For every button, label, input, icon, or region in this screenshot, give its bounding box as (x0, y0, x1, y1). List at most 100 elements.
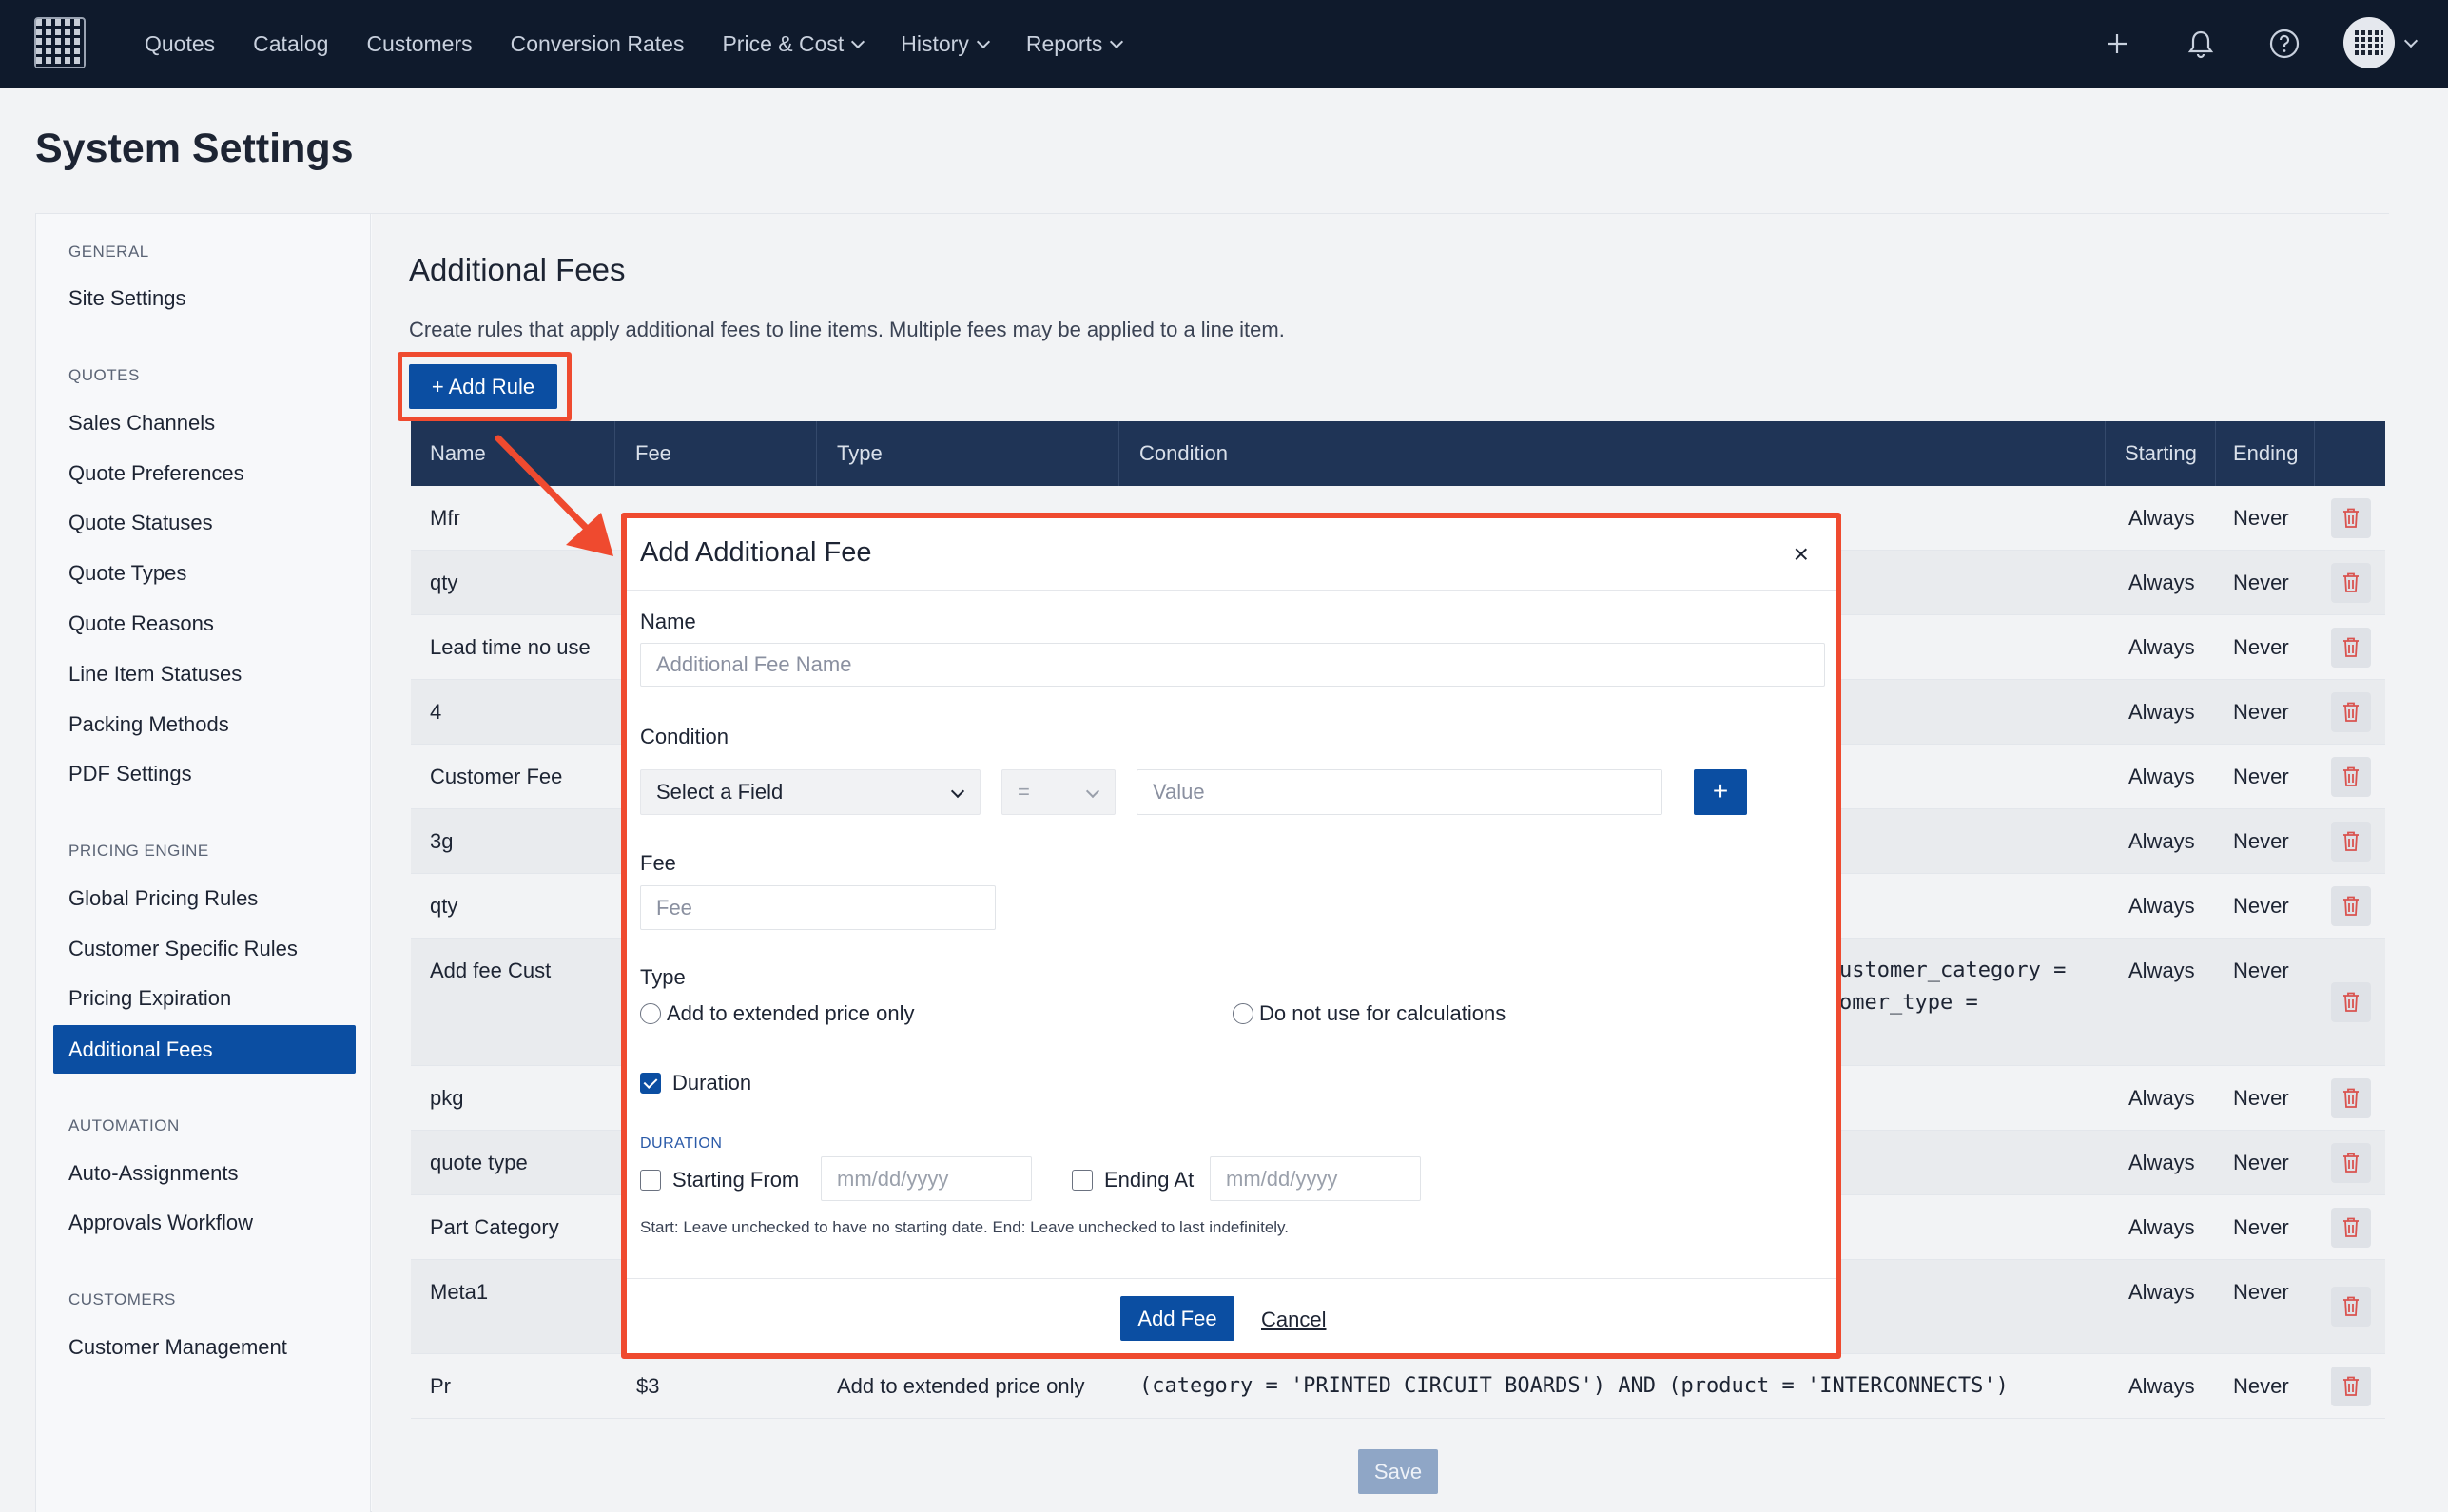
nav-catalog-label: Catalog (253, 31, 329, 56)
sidebar-item-customer-management[interactable]: Customer Management (68, 1335, 287, 1360)
cell-starting: Always (2128, 1086, 2195, 1110)
delete-rule-button[interactable] (2331, 982, 2371, 1022)
value-input[interactable]: Value (1137, 769, 1662, 815)
nav-conversion-rates-label: Conversion Rates (510, 31, 685, 56)
type-option-no-calculations[interactable]: Do not use for calculations (1259, 1001, 1506, 1026)
type-radio-extended-price[interactable] (640, 1003, 661, 1024)
delete-rule-button[interactable] (2331, 1208, 2371, 1248)
nav-customers[interactable]: Customers (366, 31, 472, 57)
close-icon[interactable]: × (1794, 539, 1809, 570)
duration-checkbox[interactable] (640, 1073, 661, 1094)
cell-starting: Always (2128, 765, 2195, 788)
sidebar-item-additional-fees[interactable]: Additional Fees (53, 1025, 356, 1074)
col-type: Type (817, 421, 1119, 486)
section-description: Create rules that apply additional fees … (409, 318, 1285, 341)
avatar[interactable] (2343, 17, 2395, 68)
cell-fee: $3 (636, 1374, 660, 1398)
value-placeholder: Value (1153, 780, 1205, 804)
sidebar-item-sales-channels[interactable]: Sales Channels (68, 411, 215, 436)
field-select-value: Select a Field (656, 780, 784, 804)
delete-rule-button[interactable] (2331, 1287, 2371, 1327)
operator-select[interactable]: = (1001, 769, 1116, 815)
starting-from-label[interactable]: Starting From (672, 1168, 799, 1192)
field-select[interactable]: Select a Field (640, 769, 981, 815)
starting-from-checkbox[interactable] (640, 1170, 661, 1191)
cell-starting: Always (2128, 1151, 2195, 1174)
type-option-extended-price[interactable]: Add to extended price only (667, 1001, 915, 1026)
sidebar-item-site-settings[interactable]: Site Settings (68, 286, 186, 311)
save-button[interactable]: Save (1358, 1449, 1438, 1494)
sidebar-item-line-item-statuses[interactable]: Line Item Statuses (68, 662, 242, 687)
nav-history[interactable]: History (901, 31, 990, 57)
sidebar-item-quote-preferences[interactable]: Quote Preferences (68, 461, 244, 486)
trash-icon (2343, 1153, 2359, 1173)
nav-conversion-rates[interactable]: Conversion Rates (511, 31, 685, 57)
ending-date-input[interactable]: mm/dd/yyyy (1210, 1156, 1421, 1201)
cell-condition: (category = 'PRINTED CIRCUIT BOARDS') AN… (1139, 1374, 2009, 1398)
nav-reports[interactable]: Reports (1026, 31, 1124, 57)
nav-history-label: History (901, 31, 969, 56)
add-fee-button[interactable]: Add Fee (1120, 1296, 1234, 1341)
sidebar-item-pdf-settings[interactable]: PDF Settings (68, 762, 192, 786)
cancel-link[interactable]: Cancel (1261, 1308, 1326, 1332)
cell-ending: Never (2233, 894, 2289, 918)
delete-rule-button[interactable] (2331, 498, 2371, 538)
nav-customers-label: Customers (366, 31, 473, 56)
cell-starting: Always (2128, 894, 2195, 918)
cell-ending: Never (2233, 506, 2289, 530)
cell-name: Part Category (430, 1215, 559, 1239)
type-radio-no-calculations[interactable] (1233, 1003, 1253, 1024)
trash-icon (2343, 992, 2359, 1012)
cell-name: 4 (430, 700, 442, 724)
trash-icon (2343, 1088, 2359, 1108)
sidebar-item-approvals-workflow[interactable]: Approvals Workflow (68, 1211, 253, 1235)
delete-rule-button[interactable] (2331, 1143, 2371, 1183)
delete-rule-button[interactable] (2331, 628, 2371, 668)
fee-amount-input[interactable]: Fee (640, 885, 996, 930)
delete-rule-button[interactable] (2331, 1078, 2371, 1118)
nav-catalog[interactable]: Catalog (253, 31, 328, 57)
sidebar-item-quote-types[interactable]: Quote Types (68, 561, 186, 586)
name-label: Name (640, 610, 696, 633)
cell-ending: Never (2233, 635, 2289, 659)
nav-price-cost[interactable]: Price & Cost (722, 31, 865, 57)
sidebar-item-quote-statuses[interactable]: Quote Statuses (68, 511, 213, 535)
cell-ending: Never (2233, 700, 2289, 724)
fee-amount-placeholder: Fee (656, 895, 692, 920)
col-ending: Ending (2216, 421, 2315, 486)
cell-starting: Always (2128, 700, 2195, 724)
delete-rule-button[interactable] (2331, 692, 2371, 732)
ending-at-checkbox[interactable] (1072, 1170, 1093, 1191)
sidebar-group-customers: CUSTOMERS (68, 1290, 176, 1308)
delete-rule-button[interactable] (2331, 563, 2371, 603)
section-title: Additional Fees (409, 252, 626, 287)
delete-rule-button[interactable] (2331, 886, 2371, 926)
trash-icon (2343, 702, 2359, 722)
nav-links: Quotes Catalog Customers Conversion Rate… (145, 0, 1159, 88)
sidebar-item-quote-reasons[interactable]: Quote Reasons (68, 611, 214, 636)
sidebar-item-pricing-expiration[interactable]: Pricing Expiration (68, 986, 231, 1011)
plus-icon[interactable] (2100, 27, 2134, 61)
sidebar-item-packing-methods[interactable]: Packing Methods (68, 712, 229, 737)
operator-select-value: = (1018, 780, 1030, 804)
sidebar-item-auto-assignments[interactable]: Auto-Assignments (68, 1161, 239, 1186)
duration-checkbox-label[interactable]: Duration (672, 1071, 751, 1095)
ending-at-label[interactable]: Ending At (1104, 1168, 1194, 1192)
nav-quotes[interactable]: Quotes (145, 31, 215, 57)
chevron-down-icon (851, 34, 865, 48)
app-logo-icon[interactable] (34, 17, 86, 68)
sidebar-item-customer-specific-rules[interactable]: Customer Specific Rules (68, 937, 298, 961)
highlight-box (398, 352, 572, 421)
cell-name: 3g (430, 829, 454, 853)
help-icon[interactable] (2267, 27, 2302, 61)
bell-icon[interactable] (2184, 27, 2218, 61)
delete-rule-button[interactable] (2331, 822, 2371, 862)
cell-ending: Never (2233, 1086, 2289, 1110)
starting-date-input[interactable]: mm/dd/yyyy (821, 1156, 1032, 1201)
delete-rule-button[interactable] (2331, 1367, 2371, 1406)
delete-rule-button[interactable] (2331, 757, 2371, 797)
sidebar-item-global-pricing-rules[interactable]: Global Pricing Rules (68, 886, 258, 911)
add-condition-button[interactable]: + (1694, 769, 1747, 815)
fee-name-input[interactable]: Additional Fee Name (640, 643, 1825, 687)
chevron-down-icon[interactable] (2403, 33, 2419, 48)
